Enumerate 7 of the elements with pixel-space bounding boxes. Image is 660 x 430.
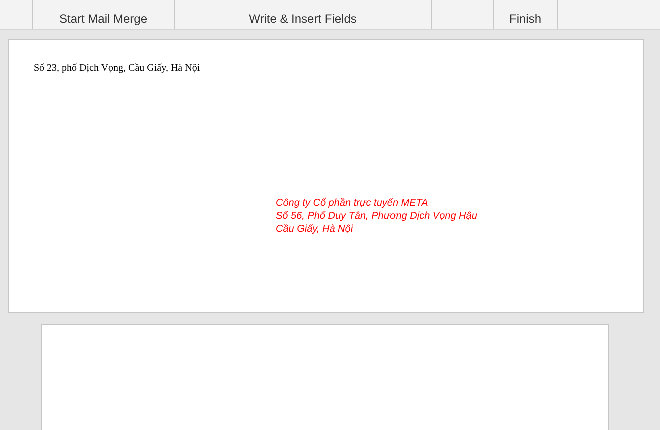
delivery-address-line: Công ty Cổ phần trực tuyến META <box>276 197 430 210</box>
ribbon-group-label: Write & Insert Fields <box>249 13 357 25</box>
ribbon-group-label: Start Mail Merge <box>59 13 148 25</box>
delivery-address-line: Số 56, Phố Duy Tân, Phương Dịch Vọng Hậu <box>276 210 478 223</box>
return-address: Số 23, phố Dịch Vọng, Cầu Giấy, Hà Nội <box>34 63 200 74</box>
ribbon-group-label: Finish <box>509 13 542 25</box>
delivery-address-line: Cầu Giấy, Hà Nội <box>276 223 354 236</box>
